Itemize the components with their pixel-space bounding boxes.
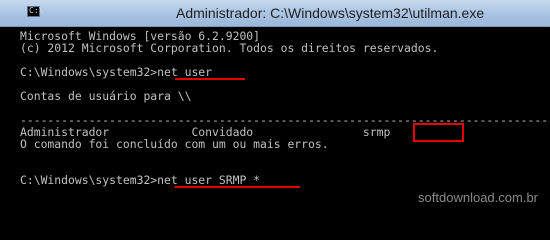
title-bar[interactable]: C:\ Administrador: C:\Windows\system32\u…	[0, 0, 550, 27]
console-line-copyright: (c) 2012 Microsoft Corporation. Todos os…	[20, 41, 439, 55]
console-icon-glyph: C:\	[29, 6, 44, 15]
srmp-highlight-box	[413, 123, 464, 142]
console-line-accounts: Contas de usuário para \\	[20, 89, 192, 103]
console-icon[interactable]: C:\	[27, 6, 44, 17]
console-window: C:\ Administrador: C:\Windows\system32\u…	[0, 0, 550, 208]
window-title: Administrador: C:\Windows\system32\utilm…	[176, 5, 485, 21]
console-line-net-user: C:\Windows\system32>net user	[20, 65, 213, 79]
net-user-srmp-underline	[175, 186, 300, 188]
watermark: softdownload.com.br	[418, 190, 538, 205]
console-output[interactable]: Microsoft Windows [versão 6.2.9200] (c) …	[20, 30, 550, 206]
console-line-result: O comando foi concluído com um ou mais e…	[20, 137, 329, 151]
net-user-underline	[175, 78, 245, 80]
console-line-net-user-srmp: C:\Windows\system32>net user SRMP *	[20, 173, 261, 187]
